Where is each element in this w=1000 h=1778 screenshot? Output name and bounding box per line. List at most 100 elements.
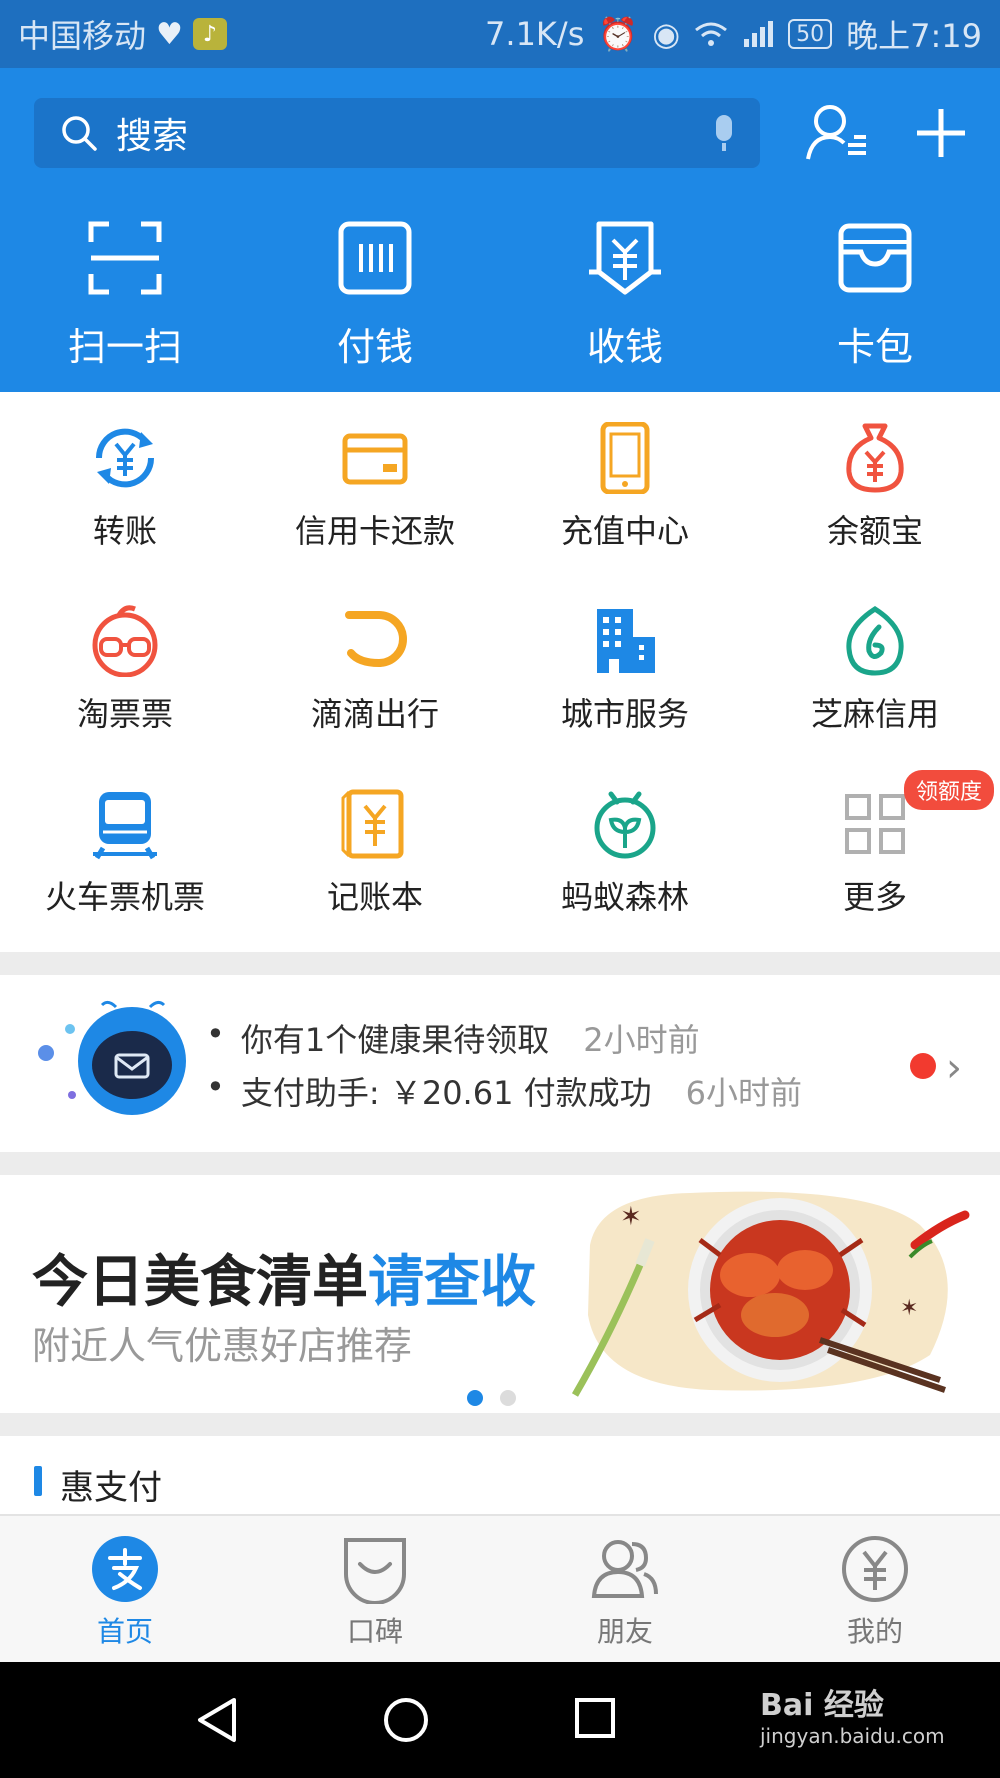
- carrier-name: 中国移动: [18, 17, 147, 55]
- tab-label: 口碑: [346, 1615, 403, 1648]
- didi-icon: [345, 611, 407, 668]
- status-bar: 中国移动 ♥ ♪ 7.1K/s ⏰ ◉ 50 晚上7:19: [0, 0, 1000, 68]
- more-grid-icon: [845, 794, 905, 854]
- wifi-icon: [695, 22, 728, 46]
- taopiaopiao-icon: [92, 605, 158, 677]
- contacts-button[interactable]: [804, 100, 870, 166]
- chevron-right-icon: ›: [946, 1045, 962, 1091]
- quick-actions: 扫一扫 付钱 收钱 卡包: [0, 218, 1000, 371]
- service-credit-card[interactable]: 信用卡还款: [250, 392, 500, 575]
- quick-action-receive[interactable]: 收钱: [500, 218, 750, 371]
- network-speed: 7.1K/s: [485, 15, 585, 53]
- section-marker: [34, 1466, 42, 1496]
- service-label: 余额宝: [826, 512, 923, 550]
- banner-title: 今日美食清单请查收: [32, 1237, 536, 1318]
- service-label: 淘票票: [76, 695, 173, 733]
- city-building-icon: [597, 609, 655, 673]
- divider: [0, 1152, 1000, 1175]
- svg-text:✶: ✶: [620, 1202, 642, 1232]
- banner-page-dot-2[interactable]: [500, 1390, 516, 1406]
- service-sesame[interactable]: 芝麻信用: [750, 575, 1000, 758]
- quick-action-scan[interactable]: 扫一扫: [0, 218, 250, 371]
- home-alipay-icon: [92, 1536, 158, 1602]
- notification-text: 支付助手: ￥20.61 付款成功: [240, 1074, 652, 1112]
- card-wallet-icon: [838, 223, 912, 293]
- notification-time: 2小时前: [583, 1021, 700, 1059]
- service-transfer[interactable]: 转账: [0, 392, 250, 575]
- notification-time: 6小时前: [685, 1074, 802, 1112]
- banner-title-main: 今日美食清单: [32, 1250, 368, 1315]
- battery-icon: 50: [788, 19, 833, 49]
- plus-icon: [917, 109, 965, 157]
- money-bag-icon: [846, 423, 904, 493]
- search-input[interactable]: 搜索: [34, 98, 760, 168]
- service-label: 滴滴出行: [310, 695, 439, 733]
- service-city[interactable]: 城市服务: [500, 575, 750, 758]
- service-label: 信用卡还款: [294, 512, 455, 550]
- contacts-icon: [806, 105, 866, 160]
- search-icon: [62, 116, 97, 151]
- section-huizhifu: 惠支付: [0, 1436, 1000, 1514]
- more-badge: 领额度: [903, 770, 994, 810]
- divider: [0, 952, 1000, 975]
- microphone-icon[interactable]: [714, 115, 734, 151]
- quick-action-cards[interactable]: 卡包: [750, 218, 1000, 371]
- service-label: 火车票机票: [44, 878, 205, 916]
- alarm-icon: ⏰: [598, 15, 639, 53]
- ledger-icon: [341, 789, 404, 859]
- quick-action-label: 卡包: [836, 325, 913, 369]
- quick-action-label: 收钱: [586, 325, 663, 369]
- divider: [0, 1413, 1000, 1436]
- sesame-credit-icon: [846, 606, 904, 676]
- add-button[interactable]: [908, 100, 974, 166]
- service-label: 转账: [92, 512, 157, 550]
- banner-title-accent: 请查收: [368, 1250, 536, 1315]
- service-label: 城市服务: [560, 695, 689, 733]
- service-label: 充值中心: [560, 512, 689, 550]
- back-icon[interactable]: [194, 1696, 240, 1744]
- service-ledger[interactable]: 记账本: [250, 758, 500, 941]
- watermark-main: Bai 经验: [760, 1688, 884, 1723]
- pay-code-icon: [338, 221, 412, 295]
- service-yuebao[interactable]: 余额宝: [750, 392, 1000, 575]
- service-train[interactable]: 火车票机票: [0, 758, 250, 941]
- recents-square-icon[interactable]: [573, 1696, 617, 1740]
- svg-text:✶: ✶: [900, 1296, 918, 1321]
- tab-friends[interactable]: 朋友: [500, 1516, 750, 1662]
- banner-page-dot-1[interactable]: [467, 1390, 483, 1406]
- clock: 晚上7:19: [846, 17, 982, 55]
- scan-icon: [88, 221, 162, 295]
- eye-icon: ◉: [652, 15, 681, 53]
- notification-card[interactable]: • 你有1个健康果待领取 2小时前 • 支付助手: ￥20.61 付款成功 6小…: [0, 975, 1000, 1152]
- receive-money-icon: [589, 221, 661, 295]
- heart-icon: ♥: [156, 16, 183, 52]
- tab-home[interactable]: 首页: [0, 1516, 250, 1662]
- home-header: 搜索 扫一扫 付钱 收钱 卡包: [0, 68, 1000, 392]
- train-icon: [93, 792, 157, 860]
- assistant-robot-icon: [38, 1000, 186, 1115]
- service-more[interactable]: 更多 领额度: [750, 758, 1000, 941]
- home-circle-icon[interactable]: [382, 1696, 430, 1744]
- tab-label: 我的: [846, 1615, 903, 1648]
- banner-subtitle: 附近人气优惠好店推荐: [32, 1324, 413, 1368]
- service-label: 记账本: [326, 878, 423, 916]
- tab-label: 朋友: [596, 1615, 653, 1648]
- service-recharge[interactable]: 充值中心: [500, 392, 750, 575]
- my-yuan-icon: [842, 1536, 908, 1602]
- service-taopiaopiao[interactable]: 淘票票: [0, 575, 250, 758]
- notification-item: • 支付助手: ￥20.61 付款成功 6小时前: [206, 1068, 802, 1112]
- promo-banner[interactable]: 今日美食清单请查收 附近人气优惠好店推荐 ✶ ✶: [0, 1175, 1000, 1413]
- food-dish-image: ✶ ✶: [571, 1191, 970, 1397]
- watermark-sub: jingyan.baidu.com: [760, 1724, 945, 1748]
- quick-action-pay[interactable]: 付钱: [250, 218, 500, 371]
- tab-label: 首页: [96, 1615, 153, 1648]
- section-title: 惠支付: [60, 1468, 162, 1508]
- service-ant-forest[interactable]: 蚂蚁森林: [500, 758, 750, 941]
- signal-icon: [744, 21, 774, 47]
- service-didi[interactable]: 滴滴出行: [250, 575, 500, 758]
- notification-item: • 你有1个健康果待领取 2小时前: [206, 1015, 700, 1059]
- service-label: 蚂蚁森林: [560, 878, 689, 916]
- tab-mine[interactable]: 我的: [750, 1516, 1000, 1662]
- tab-koubei[interactable]: 口碑: [250, 1516, 500, 1662]
- unread-dot: [910, 1053, 936, 1079]
